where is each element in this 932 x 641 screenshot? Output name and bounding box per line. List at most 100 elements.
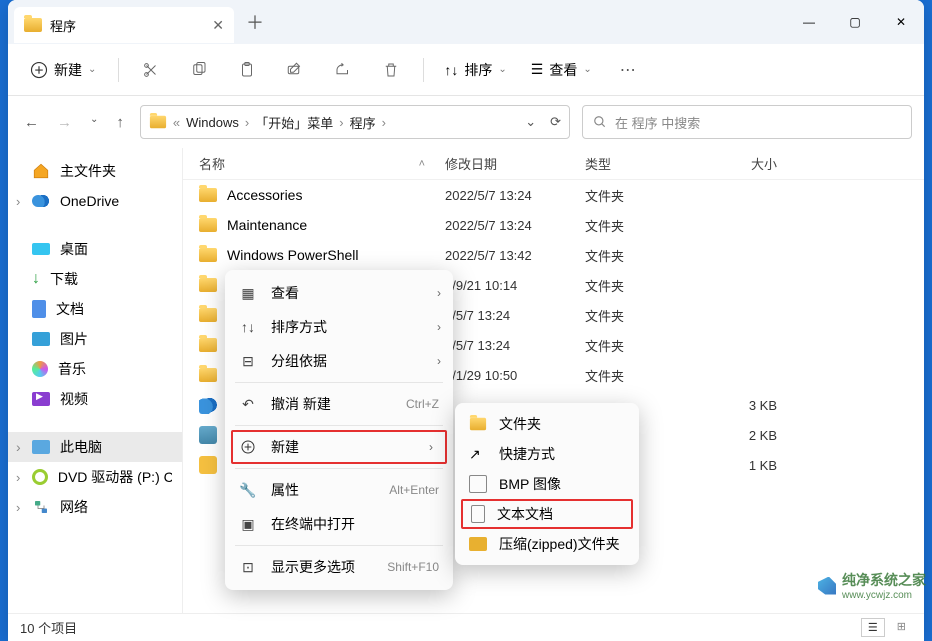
ctx-view[interactable]: ▦查看› xyxy=(225,276,453,310)
sidebar-downloads[interactable]: ↓下载 xyxy=(8,264,182,294)
pc-icon xyxy=(32,440,50,454)
rename-button[interactable] xyxy=(275,50,315,90)
sidebar-onedrive[interactable]: OneDrive xyxy=(8,186,182,216)
sort-icon: ↑↓ xyxy=(444,62,458,78)
store-icon xyxy=(199,426,217,444)
file-date: 3/1/29 10:50 xyxy=(445,368,585,383)
ctx-group[interactable]: ⊟分组依据› xyxy=(225,344,453,378)
sidebar-pictures[interactable]: 图片 xyxy=(8,324,182,354)
icons-view-button[interactable]: ⊞ xyxy=(891,618,912,637)
file-type: 文件夹 xyxy=(585,276,707,295)
ctx-new[interactable]: 新建› xyxy=(231,430,447,464)
tab-current[interactable]: 程序 ✕ xyxy=(14,7,234,43)
file-row[interactable]: Windows PowerShell 2022/5/7 13:42文件夹 xyxy=(183,240,924,270)
titlebar: 程序 ✕ ＋ — ▢ ✕ xyxy=(8,0,924,44)
more-button[interactable]: ⋯ xyxy=(608,50,648,90)
close-tab-icon[interactable]: ✕ xyxy=(212,17,224,34)
sub-text[interactable]: 文本文档 xyxy=(461,499,633,529)
search-icon xyxy=(593,115,607,129)
sort-button[interactable]: ↑↓ 排序 ⌄ xyxy=(436,60,514,80)
sidebar-videos[interactable]: 视频 xyxy=(8,384,182,414)
chevron-down-icon: ⌄ xyxy=(583,64,591,75)
watermark-logo-icon xyxy=(818,577,836,595)
ctx-terminal[interactable]: ▣在终端中打开 xyxy=(225,507,453,541)
file-type: 文件夹 xyxy=(585,186,707,205)
onedrive-icon xyxy=(32,195,50,207)
crumb-0[interactable]: Windows xyxy=(186,115,239,130)
share-button[interactable] xyxy=(323,50,363,90)
new-button[interactable]: 新建 ⌄ xyxy=(20,54,106,86)
status-bar: 10 个项目 ☰ ⊞ xyxy=(8,613,924,641)
chevron-down-icon[interactable]: ⌄ xyxy=(525,114,536,130)
close-button[interactable]: ✕ xyxy=(878,0,924,44)
wrench-icon: 🔧 xyxy=(239,481,257,499)
sub-bmp[interactable]: BMP 图像 xyxy=(461,469,633,499)
picture-icon xyxy=(32,332,50,346)
text-icon xyxy=(471,505,485,523)
recent-button[interactable]: ⌄ xyxy=(90,114,98,131)
shortcut-icon: ↗ xyxy=(469,446,487,463)
network-icon xyxy=(32,498,50,516)
up-button[interactable]: ↑ xyxy=(116,114,124,131)
paste-button[interactable] xyxy=(227,50,267,90)
file-name: Maintenance xyxy=(227,217,307,233)
sidebar-documents[interactable]: 文档 xyxy=(8,294,182,324)
toolbar: 新建 ⌄ ↑↓ 排序 ⌄ ☰ 查看 ⌄ ⋯ xyxy=(8,44,924,96)
file-date: 2022/5/7 13:24 xyxy=(445,188,585,203)
sub-shortcut[interactable]: ↗快捷方式 xyxy=(461,439,633,469)
window-controls: — ▢ ✕ xyxy=(786,0,924,44)
ctx-properties[interactable]: 🔧属性Alt+Enter xyxy=(225,473,453,507)
maximize-button[interactable]: ▢ xyxy=(832,0,878,44)
sidebar-home[interactable]: 主文件夹 xyxy=(8,156,182,186)
terminal-icon: ▣ xyxy=(239,515,257,533)
view-button[interactable]: ☰ 查看 ⌄ xyxy=(523,60,600,80)
file-date: 2022/5/7 13:42 xyxy=(445,248,585,263)
new-button-label: 新建 xyxy=(54,60,82,80)
group-icon: ⊟ xyxy=(239,352,257,370)
onedrive-icon xyxy=(199,396,217,414)
column-date[interactable]: 修改日期 xyxy=(445,154,585,173)
watermark: 纯净系统之家 www.ycwjz.com xyxy=(818,570,926,601)
sidebar-desktop[interactable]: 桌面 xyxy=(8,234,182,264)
search-input[interactable]: 在 程序 中搜索 xyxy=(582,105,912,139)
copy-button[interactable] xyxy=(179,50,219,90)
forward-button[interactable]: → xyxy=(57,114,72,131)
sort-icon: ↑↓ xyxy=(239,318,257,336)
column-size[interactable]: 大小 xyxy=(707,154,787,173)
sub-zip[interactable]: 压缩(zipped)文件夹 xyxy=(461,529,633,559)
sub-folder[interactable]: 文件夹 xyxy=(461,409,633,439)
minimize-button[interactable]: — xyxy=(786,0,832,44)
file-size: 2 KB xyxy=(707,428,787,443)
column-name[interactable]: 名称˄ xyxy=(199,154,445,173)
sidebar-music[interactable]: 音乐 xyxy=(8,354,182,384)
ctx-more[interactable]: ⊡显示更多选项Shift+F10 xyxy=(225,550,453,584)
crumb-1[interactable]: 「开始」菜单 xyxy=(255,113,333,132)
sidebar-network[interactable]: 网络 xyxy=(8,492,182,522)
cut-button[interactable] xyxy=(131,50,171,90)
file-type: 文件夹 xyxy=(585,246,707,265)
ctx-sort[interactable]: ↑↓排序方式› xyxy=(225,310,453,344)
desktop-icon xyxy=(32,243,50,255)
file-name: Windows PowerShell xyxy=(227,247,359,263)
column-headers: 名称˄ 修改日期 类型 大小 xyxy=(183,148,924,180)
ctx-undo[interactable]: ↶撤消 新建Ctrl+Z xyxy=(225,387,453,421)
tab-title: 程序 xyxy=(50,16,76,35)
breadcrumb-path[interactable]: « Windows› 「开始」菜单› 程序› ⌄ ⟳ xyxy=(140,105,570,139)
file-date: 2/5/7 13:24 xyxy=(445,338,585,353)
folder-icon xyxy=(199,338,217,352)
file-row[interactable]: Maintenance2022/5/7 13:24文件夹 xyxy=(183,210,924,240)
view-label: 查看 xyxy=(549,60,577,80)
zip-icon xyxy=(469,537,487,551)
video-icon xyxy=(32,392,50,406)
refresh-button[interactable]: ⟳ xyxy=(550,114,561,130)
details-view-button[interactable]: ☰ xyxy=(861,618,885,637)
back-button[interactable]: ← xyxy=(24,114,39,131)
crumb-2[interactable]: 程序 xyxy=(350,113,376,132)
delete-button[interactable] xyxy=(371,50,411,90)
document-icon xyxy=(32,300,46,318)
file-row[interactable]: Accessories2022/5/7 13:24文件夹 xyxy=(183,180,924,210)
new-tab-button[interactable]: ＋ xyxy=(246,9,264,35)
sidebar-thispc[interactable]: 此电脑 xyxy=(8,432,182,462)
column-type[interactable]: 类型 xyxy=(585,154,707,173)
sidebar-dvd[interactable]: DVD 驱动器 (P:) C xyxy=(8,462,182,492)
